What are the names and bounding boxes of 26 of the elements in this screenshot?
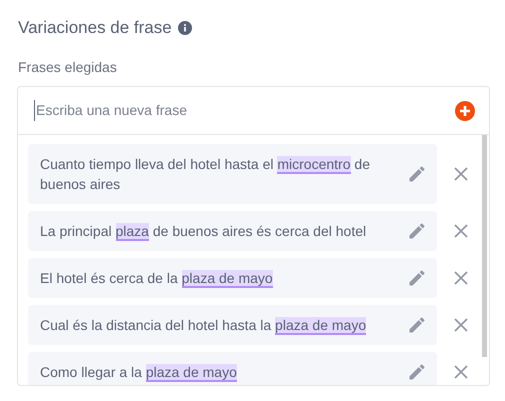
add-icon[interactable] — [455, 100, 475, 120]
pencil-icon[interactable] — [407, 362, 427, 382]
phrase-item[interactable]: La principal plaza de buenos aires és cerca del hotel — [28, 211, 437, 251]
phrase-text: Como llegar a la plaza de mayo — [40, 363, 238, 382]
phrase-text: La principal plaza de buenos aires és cerca del hotel — [40, 222, 368, 241]
field-label: Frases elegidas — [18, 59, 117, 75]
pencil-icon[interactable] — [407, 221, 427, 241]
phrase-item[interactable]: Cuanto tiempo lleva del hotel hasta el microcentro de buenos aires — [28, 144, 437, 204]
close-icon[interactable] — [453, 317, 469, 333]
pencil-icon[interactable] — [407, 315, 427, 335]
phrase-item[interactable]: Como llegar a la plaza de mayo — [28, 352, 437, 385]
close-icon[interactable] — [453, 223, 469, 239]
phrase-item[interactable]: El hotel és cerca de la plaza de mayo — [28, 258, 437, 298]
pencil-icon[interactable] — [407, 164, 427, 184]
phrase-text: El hotel és cerca de la plaza de mayo — [40, 269, 274, 288]
close-icon[interactable] — [453, 166, 469, 182]
close-icon[interactable] — [453, 270, 469, 286]
phrase-item[interactable]: Cual és la distancia del hotel hasta la plaza de mayo — [28, 305, 437, 345]
new-phrase-input[interactable]: Escriba una nueva frase — [34, 100, 455, 121]
pencil-icon[interactable] — [407, 268, 427, 288]
section-title: Variaciones de frase — [18, 17, 172, 39]
info-icon[interactable] — [178, 21, 192, 35]
scrollbar[interactable] — [482, 135, 487, 357]
close-icon[interactable] — [453, 364, 469, 380]
phrase-text: Cual és la distancia del hotel hasta la plaza de mayo — [40, 316, 368, 335]
phrase-text: Cuanto tiempo lleva del hotel hasta el microcentro de buenos aires — [40, 155, 371, 194]
